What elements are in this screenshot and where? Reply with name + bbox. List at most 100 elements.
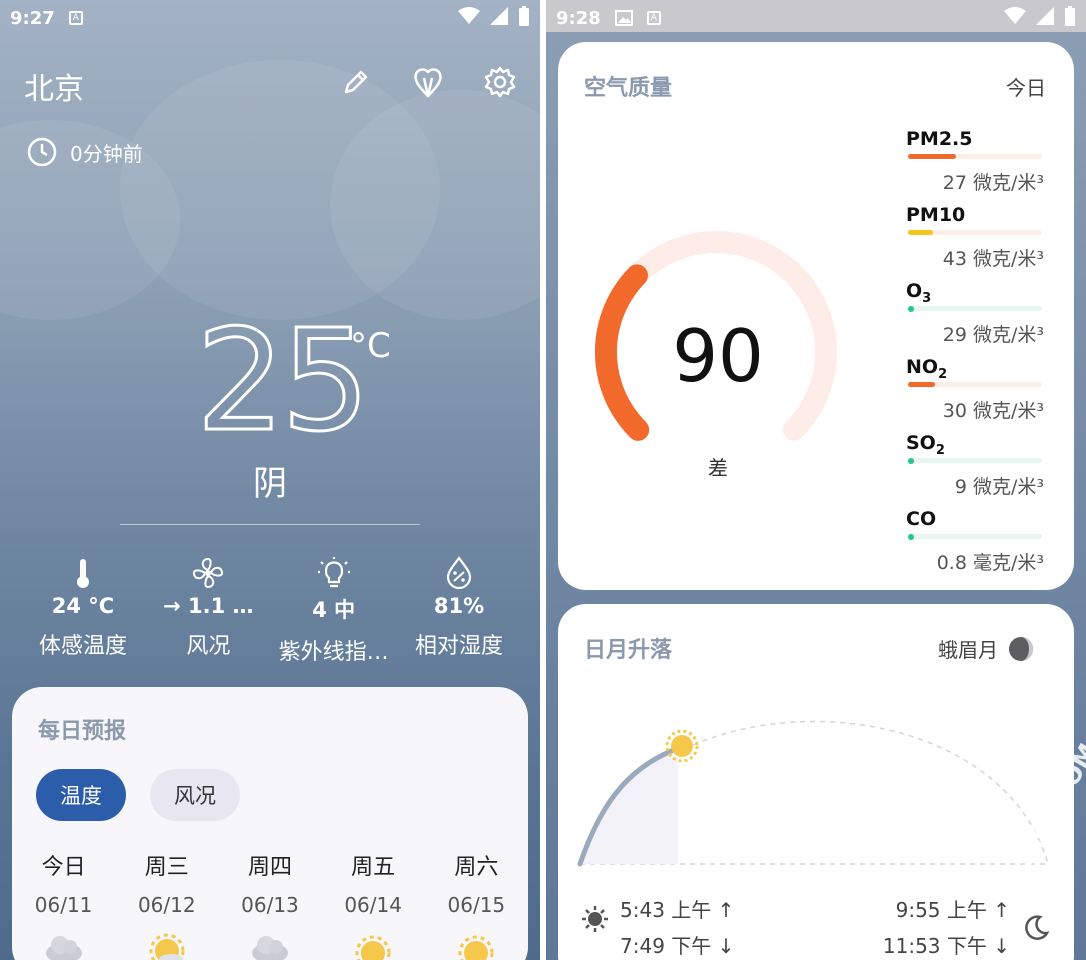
day-name: 今日 <box>41 855 86 880</box>
moon-phase: 蛾眉月 <box>938 634 1034 663</box>
forecast-day[interactable]: 周六 06/15 <box>425 849 528 960</box>
header-actions <box>338 64 518 100</box>
metric-value: 24 °C <box>51 594 115 618</box>
battery-icon <box>519 6 529 26</box>
forecast-day[interactable]: 周四 06/13 <box>218 849 321 960</box>
edit-pencil-icon[interactable] <box>338 64 374 100</box>
sun-icon <box>582 906 608 932</box>
day-date: 06/11 <box>34 893 93 917</box>
pollutant-bar-dot <box>908 533 914 540</box>
metric-label: 紫外线指… <box>278 640 389 665</box>
aqi-value: 90 <box>672 314 764 398</box>
divider <box>120 524 420 525</box>
pollutant-bar-track <box>908 230 1042 235</box>
pollutant-value: 0.8 毫克/米³ <box>936 552 1044 574</box>
pollutant-bar-track <box>908 154 1042 159</box>
period-label: 今日 <box>1006 76 1046 100</box>
pollutant-value: 43 微克/米³ <box>942 248 1044 270</box>
day-name: 周五 <box>351 855 396 880</box>
metric-uv[interactable]: 4 中 紫外线指… <box>275 556 393 666</box>
pollutant-name: PM10 <box>906 204 966 226</box>
pollutant-value: 29 微克/米³ <box>942 324 1044 346</box>
notification-icon: A <box>68 11 83 25</box>
forecast-day[interactable]: 今日 06/11 <box>12 849 115 960</box>
humidity-drop-icon <box>445 556 473 590</box>
day-name: 周四 <box>247 855 292 880</box>
status-indicators <box>1004 6 1076 26</box>
day-date: 06/14 <box>344 893 402 917</box>
pollutant-bar-track <box>908 382 1042 387</box>
day-name: 周三 <box>144 855 189 880</box>
metric-feels-like[interactable]: 24 °C 体感温度 <box>24 556 142 666</box>
forecast-day[interactable]: 周五 06/14 <box>322 849 425 960</box>
cloudy-icon <box>42 931 86 960</box>
lightbulb-icon <box>317 556 351 590</box>
day-date: 06/13 <box>241 893 299 917</box>
metric-label: 风况 <box>186 634 231 659</box>
status-bar: 9:27 A <box>10 0 83 36</box>
day-date: 06/15 <box>447 893 506 917</box>
card-title: 每日预报 <box>38 719 127 744</box>
sunny-icon <box>454 931 498 960</box>
aqi-level: 差 <box>708 456 728 480</box>
signal-icon <box>490 7 508 25</box>
moon-phase-icon <box>1009 636 1033 661</box>
sun-moon-card[interactable]: 日月升落 蛾眉月 5:43 上午 ↑ 7:49 下午 ↓ 9:55 上午 ↑ 1… <box>558 604 1074 960</box>
wifi-icon <box>458 7 480 24</box>
sun-path-chart <box>577 720 1049 867</box>
forecast-days: 今日 06/11 周三 06/12 周四 06/13 周五 06/14 周六 0… <box>12 849 528 960</box>
pollutant-bar-track <box>908 533 1042 540</box>
pollutant-no2: NO2 30 微克/米³ <box>906 356 1046 432</box>
metric-wind[interactable]: → 1.1 … 风况 <box>149 556 267 666</box>
temperature-unit: °C <box>350 326 391 366</box>
last-updated: 0分钟前 <box>26 136 143 168</box>
card-title: 日月升落 <box>584 638 673 663</box>
settings-gear-icon[interactable] <box>482 64 518 100</box>
pollutant-pm25: PM2.5 27 微克/米³ <box>906 128 1046 204</box>
pollutant-name: NO2 <box>906 356 948 382</box>
status-indicators <box>458 6 530 26</box>
moonset-time: 11:53 下午 ↓ <box>882 934 1010 958</box>
sunset-time: 7:49 下午 ↓ <box>620 934 735 958</box>
pollutant-value: 30 微克/米³ <box>942 400 1044 422</box>
pollutant-value: 9 微克/米³ <box>954 476 1044 498</box>
wifi-icon <box>1004 7 1026 24</box>
metric-humidity[interactable]: 81% 相对湿度 <box>400 556 518 666</box>
pollutant-name: CO <box>906 508 937 530</box>
current-metrics: 24 °C 体感温度 → 1.1 … 风况 4 中 紫外线指… 81% 相对湿度 <box>24 556 518 666</box>
pollutant-name: O3 <box>906 280 932 306</box>
forecast-day[interactable]: 周三 06/12 <box>115 849 218 960</box>
image-icon <box>614 10 633 26</box>
battery-icon <box>1065 6 1075 26</box>
updated-text: 0分钟前 <box>70 141 143 166</box>
moon-phase-label: 蛾眉月 <box>938 638 998 662</box>
card-title: 空气质量 <box>584 76 673 101</box>
metric-value: → 1.1 … <box>163 594 254 618</box>
gauge-fill <box>594 264 650 441</box>
location-pin-icon[interactable] <box>410 64 446 100</box>
thermometer-icon <box>73 556 93 590</box>
temperature-value: 25 <box>194 299 371 465</box>
pollutant-bar-track <box>908 305 1042 312</box>
city-name[interactable]: 北京 <box>24 64 84 108</box>
metric-label: 体感温度 <box>38 634 127 659</box>
pollutant-value: 27 微克/米³ <box>942 172 1044 194</box>
weather-details-screen: 9:28 A 空气质量 今日 90 差 PM2.5 27 微克/米³ PM10 <box>546 0 1086 960</box>
pollutant-bar-track <box>908 457 1042 464</box>
pollutant-bar-dot <box>908 457 914 464</box>
sun-area <box>580 748 678 864</box>
pollutant-bar-fill <box>908 382 935 387</box>
pollutant-name: SO2 <box>906 432 945 458</box>
notification-icon: A <box>646 11 661 25</box>
chip-temperature[interactable]: 温度 <box>36 769 126 821</box>
moonrise-time: 9:55 上午 ↑ <box>895 898 1010 922</box>
status-left: 9:28 A <box>556 0 661 36</box>
status-time: 9:28 <box>556 7 601 29</box>
status-bar: 9:28 A <box>546 0 1086 32</box>
metric-label: 相对湿度 <box>414 634 503 659</box>
chip-wind[interactable]: 风况 <box>150 769 240 821</box>
metric-value: 4 中 <box>312 598 356 622</box>
day-date: 06/12 <box>137 893 196 917</box>
air-quality-card[interactable]: 空气质量 今日 90 差 PM2.5 27 微克/米³ PM10 43 微克/米… <box>558 42 1074 590</box>
current-temperature: 25 <box>194 299 371 465</box>
